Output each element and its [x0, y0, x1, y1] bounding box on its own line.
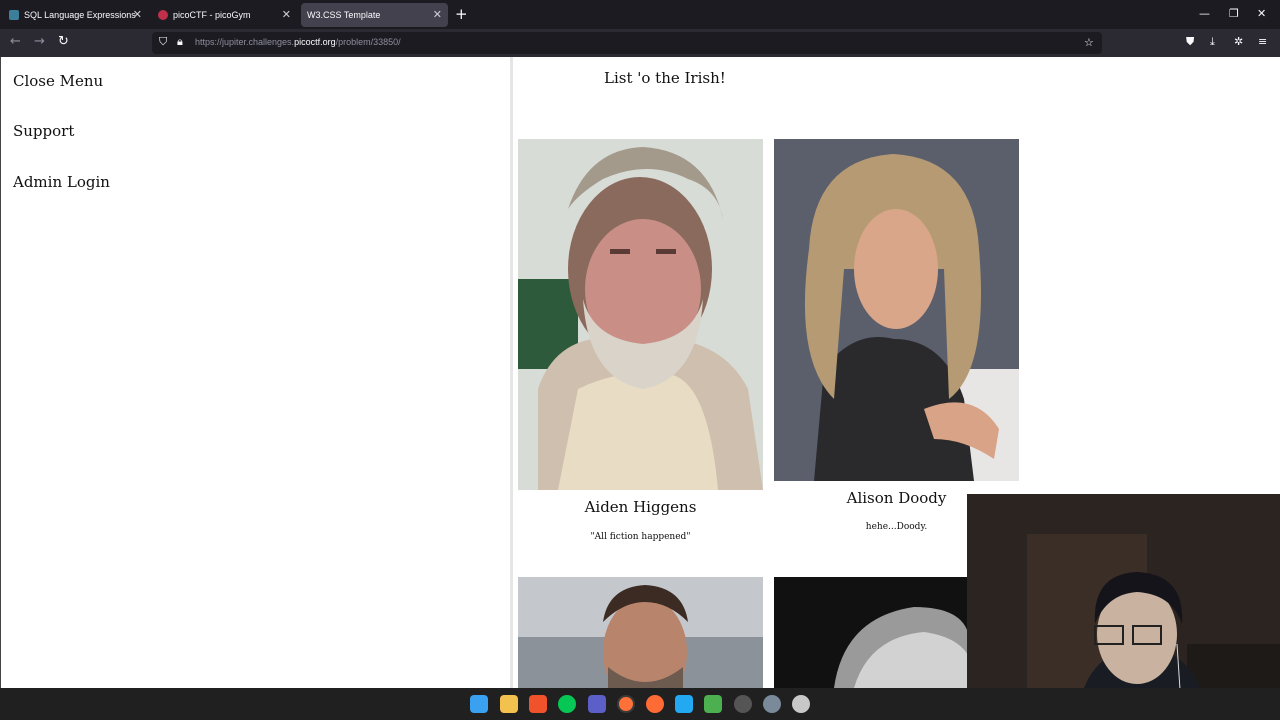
support-link[interactable]: Support: [13, 122, 74, 140]
close-window-icon[interactable]: ✕: [1257, 7, 1266, 20]
gray-app-icon[interactable]: [792, 695, 810, 713]
alison-doody-photo: [774, 139, 1019, 481]
close-tab-icon[interactable]: ✕: [282, 8, 291, 21]
card-3-photo: [518, 577, 763, 688]
download-icon[interactable]: ⤓: [1210, 35, 1215, 49]
windows-start-icon[interactable]: [470, 695, 488, 713]
bookmark-star-icon[interactable]: ☆: [1084, 36, 1094, 49]
shield-icon[interactable]: ⛉: [159, 35, 167, 49]
extensions-gear-icon[interactable]: ✲: [1234, 35, 1243, 48]
card-name-aiden-higgens: Aiden Higgens: [584, 498, 697, 516]
tab-w3css-template[interactable]: W3.CSS Template ✕: [301, 3, 448, 27]
firefox-icon[interactable]: [617, 695, 635, 713]
navigation-toolbar: ← → ↻ ⛉ 🔒︎ https://jupiter.challenges.pi…: [0, 29, 1280, 57]
close-menu-link[interactable]: Close Menu: [13, 72, 103, 90]
tab-label: picoCTF - picoGym: [173, 10, 251, 20]
tab-picoctf-picogym[interactable]: picoCTF - picoGym ✕: [152, 3, 297, 27]
red-badge-app-icon[interactable]: [734, 695, 752, 713]
brave-browser-icon[interactable]: [529, 695, 547, 713]
forward-arrow-icon[interactable]: →: [34, 34, 45, 49]
close-tab-icon[interactable]: ✕: [133, 8, 142, 21]
windows-taskbar: [0, 688, 1280, 720]
sidebar: Close Menu Support Admin Login: [1, 57, 513, 688]
line-app-icon[interactable]: [558, 695, 576, 713]
webcam-overlay: [967, 494, 1280, 720]
url-bar[interactable]: ⛉ 🔒︎ https://jupiter.challenges.picoctf.…: [152, 32, 1102, 54]
vscode-icon[interactable]: [675, 695, 693, 713]
file-explorer-icon[interactable]: [500, 695, 518, 713]
tab-label: W3.CSS Template: [307, 10, 381, 20]
picoctf-favicon-icon: [158, 10, 168, 20]
orange-app-icon[interactable]: [646, 695, 664, 713]
settings-gear-icon[interactable]: [763, 695, 781, 713]
card-quote-aiden-higgens: "All fiction happened": [590, 532, 691, 542]
teams-icon[interactable]: [588, 695, 606, 713]
restore-icon[interactable]: ❐: [1229, 7, 1239, 20]
lock-icon[interactable]: 🔒︎: [177, 35, 183, 49]
admin-login-link[interactable]: Admin Login: [13, 173, 110, 191]
tab-label: SQL Language Expressions: [24, 10, 136, 20]
tab-bar: SQL Language Expressions ✕ picoCTF - pic…: [0, 0, 1280, 29]
back-arrow-icon[interactable]: ←: [10, 34, 21, 49]
page-title: List 'o the Irish!: [604, 69, 726, 87]
hamburger-menu-icon[interactable]: ≡: [1258, 35, 1267, 48]
new-tab-plus-icon[interactable]: +: [455, 5, 468, 23]
close-tab-icon[interactable]: ✕: [433, 8, 442, 21]
card-4-photo: [774, 577, 969, 688]
minimize-icon[interactable]: —: [1199, 7, 1210, 20]
notepad-icon[interactable]: [704, 695, 722, 713]
aiden-higgens-photo: [518, 139, 763, 490]
pocket-icon[interactable]: ⛊: [1186, 35, 1194, 49]
url-text: https://jupiter.challenges.picoctf.org/p…: [195, 37, 401, 47]
tab-sql-language-expressions[interactable]: SQL Language Expressions ✕: [3, 3, 148, 27]
reload-icon[interactable]: ↻: [58, 34, 69, 49]
sql-favicon-icon: [9, 10, 19, 20]
